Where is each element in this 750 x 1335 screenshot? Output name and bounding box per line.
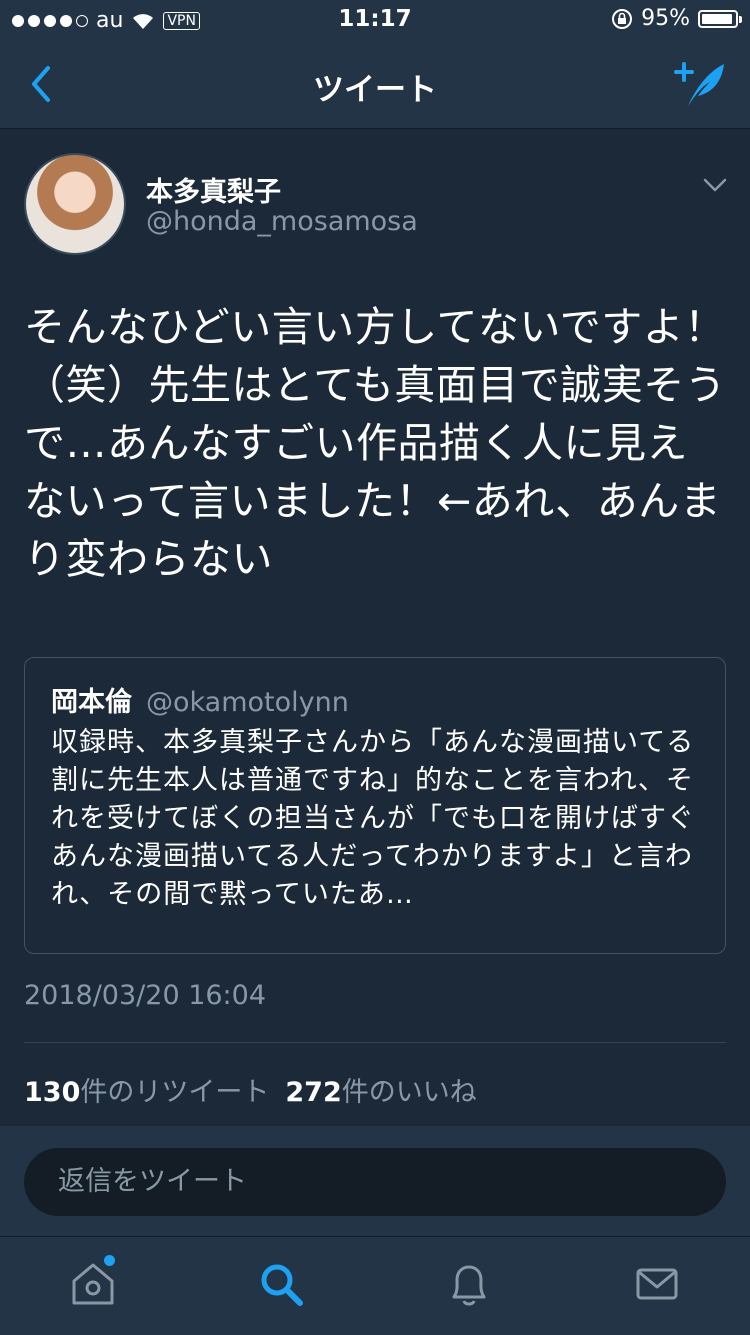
battery-level <box>702 13 733 24</box>
author-display-name[interactable]: 本多真梨子 <box>146 170 281 209</box>
envelope-icon[interactable] <box>632 1259 682 1309</box>
like-count[interactable]: 272 <box>285 1077 341 1108</box>
bell-icon[interactable] <box>444 1259 494 1309</box>
quoted-author-handle: @okamotolynn <box>146 687 349 718</box>
quoted-author-name: 岡本倫 <box>51 687 132 718</box>
divider <box>24 1042 726 1043</box>
orientation-lock-icon <box>612 8 633 29</box>
retweet-count[interactable]: 130 <box>24 1077 80 1108</box>
tweet-timestamp: 2018/03/20 16:04 <box>24 980 267 1011</box>
quoted-tweet-text: 収録時、本多真梨子さんから「あんな漫画描いてる割に先生本人は普通ですね」的なこと… <box>51 727 695 910</box>
tweet-stats: 130件のリツイート 272件のいいね <box>24 1070 477 1109</box>
retweet-label[interactable]: 件のリツイート <box>80 1077 269 1108</box>
tweet-text: そんなひどい言い方してないですよ！（笑）先生はとても真面目で誠実そうで…あんなす… <box>24 303 727 583</box>
reply-input[interactable]: 返信をツイート <box>24 1148 726 1216</box>
quoted-tweet-header: 岡本倫 @okamotolynn <box>51 680 349 719</box>
navigation-bar: ツイート <box>0 40 750 129</box>
page-title: ツイート <box>313 72 437 108</box>
home-notification-dot <box>104 1255 115 1266</box>
battery-percentage: 95% <box>641 6 690 31</box>
avatar[interactable] <box>24 153 126 255</box>
compose-tweet-icon[interactable] <box>672 58 728 110</box>
chevron-down-icon[interactable] <box>702 172 728 198</box>
like-label[interactable]: 件のいいね <box>342 1077 477 1108</box>
status-bar: au VPN 11:17 95% <box>0 0 750 40</box>
tab-bar <box>0 1236 750 1335</box>
quoted-tweet[interactable]: 岡本倫 @okamotolynn 収録時、本多真梨子さんから「あんな漫画描いてる割… <box>24 657 726 954</box>
reply-area: 返信をツイート <box>0 1126 750 1236</box>
search-icon[interactable] <box>256 1259 306 1309</box>
battery-icon <box>698 9 742 28</box>
home-icon[interactable] <box>68 1259 118 1309</box>
author-handle[interactable]: @honda_mosamosa <box>146 206 418 237</box>
status-right: 95% <box>611 6 742 31</box>
